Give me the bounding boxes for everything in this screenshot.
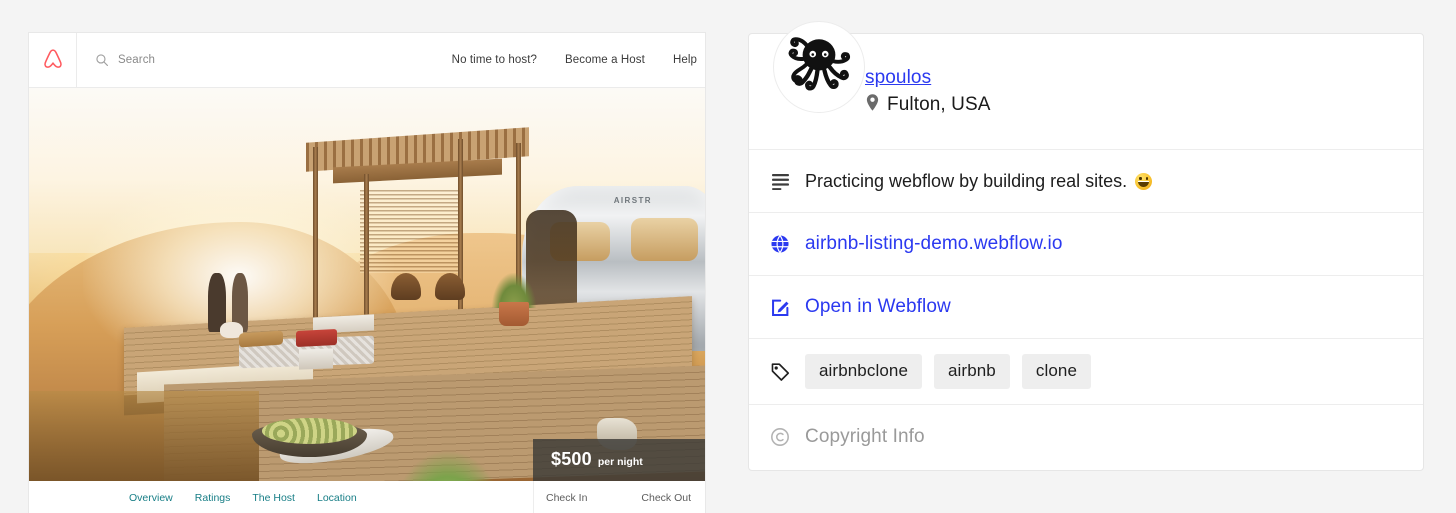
pergola-post — [312, 146, 318, 336]
globe-icon — [769, 234, 791, 254]
description-lines-icon — [769, 173, 791, 190]
open-in-webflow-row: Open in Webflow — [749, 276, 1423, 339]
potted-plant — [498, 302, 530, 326]
bio-text-wrapper: Practicing webflow by building real site… — [805, 170, 1153, 192]
octopus-avatar-icon — [780, 26, 858, 109]
check-out-label[interactable]: Check Out — [641, 492, 691, 504]
bio-text: Practicing webflow by building real site… — [805, 170, 1128, 191]
hillside-brush — [29, 390, 259, 481]
tab-location[interactable]: Location — [317, 492, 357, 504]
website-row: airbnb-listing-demo.webflow.io — [749, 213, 1423, 276]
search-placeholder: Search — [118, 54, 156, 66]
airbnb-logo-icon — [42, 48, 64, 72]
pergola-blinds — [360, 190, 462, 273]
airstream-window — [630, 217, 699, 261]
deck-ottoman — [299, 348, 334, 370]
site-preview-panel: Search No time to host? Become a Host He… — [28, 32, 706, 513]
tags-row: airbnbclone airbnb clone — [749, 339, 1423, 405]
booking-fields: Check In Check Out — [533, 481, 705, 513]
username-link[interactable]: spoulos — [865, 67, 931, 88]
map-pin-icon — [865, 93, 880, 117]
grinning-face-emoji — [1135, 172, 1153, 190]
tag-icon — [769, 361, 791, 382]
copyright-icon — [769, 427, 791, 447]
search-icon — [95, 53, 109, 67]
airstream-badge-text: AIRSTR — [613, 196, 652, 206]
listing-subnav: Overview Ratings The Host Location Check… — [29, 481, 705, 513]
open-in-webflow-link[interactable]: Open in Webflow — [805, 296, 951, 318]
edit-box-icon — [769, 297, 791, 318]
tag-item[interactable]: airbnb — [934, 354, 1010, 389]
search-field[interactable]: Search — [77, 33, 452, 87]
price-badge: $500 per night — [533, 439, 705, 481]
site-nav: No time to host? Become a Host Help — [452, 33, 705, 87]
tab-ratings[interactable]: Ratings — [195, 492, 231, 504]
agave-plant — [394, 449, 503, 481]
tag-item[interactable]: airbnbclone — [805, 354, 922, 389]
tag-item[interactable]: clone — [1021, 354, 1091, 389]
deck-pillow — [238, 330, 283, 347]
price-amount: $500 — [551, 449, 592, 469]
page-root: Search No time to host? Become a Host He… — [0, 0, 1456, 513]
tab-overview[interactable]: Overview — [129, 492, 173, 504]
pergola-post — [363, 174, 369, 324]
deck-pillow — [296, 328, 337, 347]
airbnb-logo-cell[interactable] — [29, 33, 77, 87]
price-unit: per night — [597, 456, 643, 468]
nav-link-no-time-to-host[interactable]: No time to host? — [452, 54, 537, 66]
identity-block: spoulos Fulton, USA — [865, 66, 991, 117]
airbnb-site-header: Search No time to host? Become a Host He… — [29, 33, 705, 88]
copyright-label[interactable]: Copyright Info — [805, 426, 925, 448]
project-info-card: spoulos Fulton, USA Practicing webflow b… — [748, 21, 1424, 471]
tag-list: airbnbclone airbnb clone — [805, 354, 1091, 389]
succulent-cluster — [262, 418, 357, 444]
listing-tabs: Overview Ratings The Host Location — [29, 481, 533, 513]
website-link[interactable]: airbnb-listing-demo.webflow.io — [805, 233, 1063, 255]
location-block: Fulton, USA — [865, 93, 991, 117]
check-in-label[interactable]: Check In — [546, 492, 587, 504]
tab-the-host[interactable]: The Host — [252, 492, 295, 504]
copyright-row: Copyright Info — [749, 405, 1423, 468]
bio-row: Practicing webflow by building real site… — [749, 150, 1423, 213]
avatar[interactable] — [773, 21, 865, 113]
location-text: Fulton, USA — [887, 93, 991, 115]
nav-link-become-a-host[interactable]: Become a Host — [565, 54, 645, 66]
hero-photo: AIRSTR $500 per night — [29, 88, 705, 481]
nav-link-help[interactable]: Help — [673, 54, 697, 66]
